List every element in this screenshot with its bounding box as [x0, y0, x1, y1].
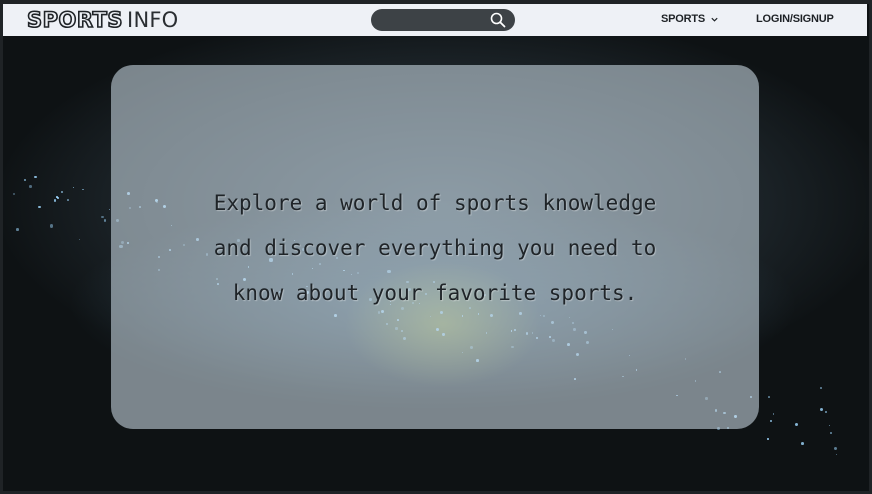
background-sparkle	[108, 209, 111, 211]
search-input[interactable]	[371, 9, 515, 31]
sports-dropdown-label: SPORTS	[661, 13, 706, 25]
background-sparkle	[82, 188, 84, 191]
background-sparkle	[834, 446, 838, 451]
logo-word-sports: SPORTS	[26, 7, 124, 33]
background-sparkle	[768, 396, 770, 398]
background-sparkle	[100, 215, 104, 219]
background-sparkle	[37, 205, 41, 209]
background-sparkle	[819, 408, 824, 412]
chevron-down-icon	[711, 17, 718, 22]
sports-dropdown[interactable]: SPORTS	[661, 13, 719, 25]
background-sparkle	[29, 185, 32, 188]
background-sparkle	[49, 224, 54, 228]
background-sparkle	[72, 187, 75, 189]
background-sparkle	[24, 179, 26, 181]
background-sparkle	[820, 387, 823, 389]
background-sparkle	[61, 190, 64, 193]
background-sparkle	[828, 425, 830, 427]
background-sparkle	[67, 199, 70, 201]
hero-card: Explore a world of sports knowledge and …	[111, 65, 759, 429]
logo-word-info: INFO	[127, 8, 179, 32]
background-sparkle	[13, 193, 16, 196]
background-sparkle	[795, 423, 799, 427]
background-sparkle	[16, 228, 19, 231]
hero-tagline-line-3: know about your favorite sports.	[232, 281, 638, 305]
background-sparkle	[835, 453, 838, 456]
site-logo[interactable]: SPORTS INFO	[26, 7, 179, 33]
background-sparkle	[104, 219, 107, 222]
hero-tagline-line-1: Explore a world of sports knowledge	[213, 191, 657, 215]
background-sparkle	[56, 195, 59, 198]
background-sparkle	[770, 419, 772, 422]
hero-tagline: Explore a world of sports knowledge and …	[111, 181, 759, 316]
search-icon[interactable]	[489, 11, 507, 29]
top-navbar: SPORTS INFO SPORTS LOGIN/SIGNUP	[3, 4, 867, 36]
login-signup-link[interactable]: LOGIN/SIGNUP	[756, 13, 834, 25]
background-sparkle	[766, 438, 769, 441]
background-sparkle	[824, 410, 827, 414]
hero-tagline-line-2: and discover everything you need to	[213, 236, 657, 260]
background-sparkle	[830, 432, 833, 435]
background-sparkle	[773, 413, 775, 415]
background-sparkle	[800, 441, 804, 445]
background-sparkle	[33, 175, 37, 179]
background-sparkle	[53, 199, 57, 202]
background-sparkle	[78, 239, 80, 241]
